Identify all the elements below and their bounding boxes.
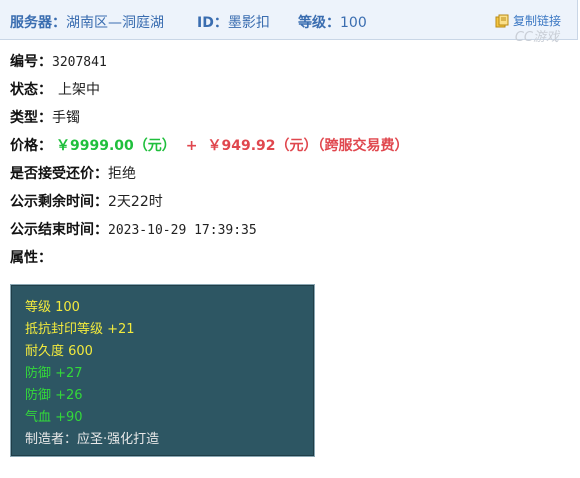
level-info: 等级：100	[298, 12, 367, 32]
price-row: 价格： ￥9999.00（元） + ￥949.92（元）（跨服交易费）	[10, 137, 409, 155]
end-time-row: 公示结束时间：2023-10-29 17:39:35	[10, 221, 257, 240]
listing-header: 服务器：湖南区—洞庭湖 ID：墨影扣 等级：100 复制链接 CC游戏	[0, 0, 578, 45]
attribute-line: 耐久度 600	[25, 344, 93, 359]
remaining-label: 公示剩余时间：	[10, 194, 108, 210]
attribute-line: 等级 100	[25, 300, 80, 315]
number-value: 3207841	[52, 55, 107, 70]
attribute-line: 气血 +90	[25, 410, 83, 425]
price-value: ￥9999.00（元）	[56, 138, 176, 154]
end-time-value: 2023-10-29 17:39:35	[108, 223, 257, 238]
server-info: 服务器：湖南区—洞庭湖	[10, 12, 164, 32]
status-label: 状态：	[10, 82, 52, 98]
attributes-label: 属性：	[10, 250, 52, 266]
type-value: 手镯	[52, 110, 80, 126]
server-label: 服务器：	[10, 15, 66, 31]
level-label: 等级：	[298, 15, 340, 31]
attribute-line: 抵抗封印等级 +21	[25, 322, 135, 337]
end-time-label: 公示结束时间：	[10, 222, 108, 238]
price-plus: +	[185, 138, 198, 154]
type-label: 类型：	[10, 110, 52, 126]
copy-icon	[495, 14, 509, 28]
id-info: ID：墨影扣	[197, 12, 270, 32]
attributes-panel: 等级 100 抵抗封印等级 +21 耐久度 600 防御 +27 防御 +26 …	[10, 284, 315, 457]
type-row: 类型：手镯	[10, 109, 80, 127]
status-value: 上架中	[58, 82, 100, 98]
price-label: 价格：	[10, 138, 52, 154]
server-value: 湖南区—洞庭湖	[66, 15, 164, 31]
watermark: CC游戏	[514, 30, 559, 45]
fee-value: ￥949.92（元）（跨服交易费）	[207, 138, 409, 154]
level-value: 100	[340, 15, 367, 31]
id-value: 墨影扣	[227, 15, 270, 31]
number-label: 编号：	[10, 54, 52, 70]
attributes-row: 属性：	[10, 249, 52, 267]
bargain-label: 是否接受还价：	[10, 166, 108, 182]
bargain-value: 拒绝	[108, 166, 136, 182]
bargain-row: 是否接受还价：拒绝	[10, 165, 136, 183]
id-label: ID：	[197, 15, 228, 31]
attribute-line: 防御 +26	[25, 388, 83, 403]
status-row: 状态： 上架中	[10, 81, 100, 99]
number-row: 编号：3207841	[10, 53, 107, 72]
remaining-row: 公示剩余时间：2天22时	[10, 193, 163, 211]
remaining-value: 2天22时	[108, 194, 163, 210]
attribute-line: 防御 +27	[25, 366, 83, 381]
attribute-line: 制造者：应圣·强化打造	[25, 432, 160, 447]
